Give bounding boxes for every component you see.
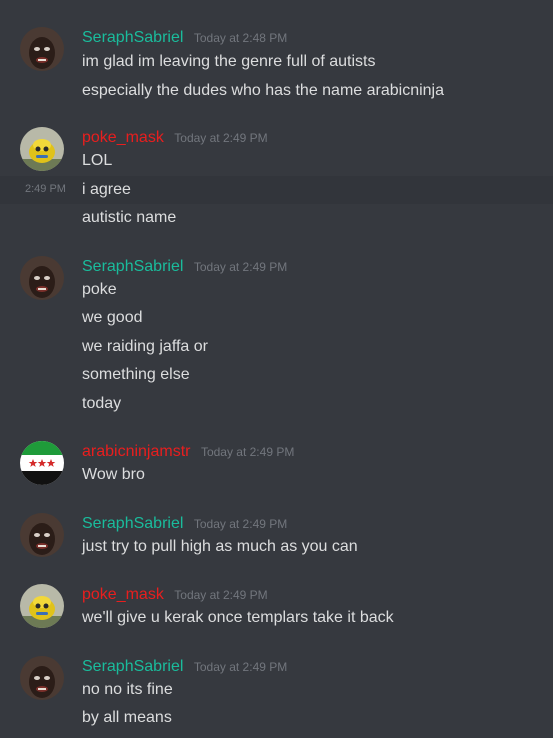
message-text: we'll give u kerak once templars take it… [82, 609, 394, 626]
user-avatar[interactable] [20, 656, 64, 700]
message-text: today [82, 395, 122, 412]
message-text: i agree [82, 181, 131, 198]
dark-face-avatar-icon [20, 256, 64, 300]
user-avatar[interactable] [20, 441, 64, 485]
message-text: we raiding jaffa or [82, 338, 208, 355]
user-avatar[interactable] [20, 256, 64, 300]
dark-face-avatar-icon [20, 27, 64, 71]
username[interactable]: SeraphSabriel [82, 258, 183, 275]
hover-timestamp: 2:49 PM [25, 183, 66, 195]
yellow-mask-avatar-icon [20, 127, 64, 171]
message-header: SeraphSabriel Today at 2:48 PM [82, 29, 287, 47]
timestamp: Today at 2:49 PM [200, 445, 295, 459]
username[interactable]: SeraphSabriel [82, 658, 183, 675]
username[interactable]: poke_mask [82, 586, 164, 603]
message-text: by all means [82, 709, 172, 726]
syrian-flag-avatar-icon [20, 441, 64, 485]
chat-messages: SeraphSabriel Today at 2:48 PM im glad i… [0, 0, 553, 738]
timestamp: Today at 2:49 PM [193, 517, 288, 531]
user-avatar[interactable] [20, 127, 64, 171]
user-avatar[interactable] [20, 584, 64, 628]
message-text: we good [82, 309, 143, 326]
message-header: poke_mask Today at 2:49 PM [82, 586, 268, 604]
message-text: autistic name [82, 209, 177, 226]
message-header: SeraphSabriel Today at 2:49 PM [82, 658, 287, 676]
message-text: especially the dudes who has the name ar… [82, 82, 445, 99]
timestamp: Today at 2:48 PM [193, 31, 288, 45]
user-avatar[interactable] [20, 27, 64, 71]
dark-face-avatar-icon [20, 656, 64, 700]
message-header: SeraphSabriel Today at 2:49 PM [82, 515, 287, 533]
message-text: just try to pull high as much as you can [82, 538, 358, 555]
message-text: im glad im leaving the genre full of aut… [82, 53, 376, 70]
username[interactable]: arabicninjamstr [82, 443, 190, 460]
username[interactable]: poke_mask [82, 129, 164, 146]
message-header: SeraphSabriel Today at 2:49 PM [82, 258, 287, 276]
message-text: no no its fine [82, 681, 173, 698]
username[interactable]: SeraphSabriel [82, 515, 183, 532]
message-text: LOL [82, 152, 113, 169]
timestamp: Today at 2:49 PM [193, 660, 288, 674]
message-header: arabicninjamstr Today at 2:49 PM [82, 443, 294, 461]
message-text: something else [82, 366, 190, 383]
username[interactable]: SeraphSabriel [82, 29, 183, 46]
dark-face-avatar-icon [20, 513, 64, 557]
message-header: poke_mask Today at 2:49 PM [82, 129, 268, 147]
message-text: Wow bro [82, 466, 145, 483]
timestamp: Today at 2:49 PM [193, 260, 288, 274]
timestamp: Today at 2:49 PM [174, 588, 268, 602]
yellow-mask-avatar-icon [20, 584, 64, 628]
user-avatar[interactable] [20, 513, 64, 557]
timestamp: Today at 2:49 PM [174, 131, 268, 145]
message-text: poke [82, 281, 117, 298]
